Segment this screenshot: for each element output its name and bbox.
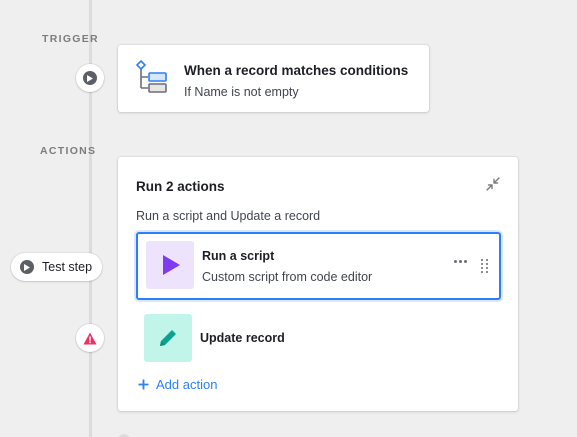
collapse-icon[interactable] <box>485 176 501 192</box>
step-title: Run a script <box>202 249 275 263</box>
step-title: Update record <box>200 331 285 345</box>
step-subtitle: Custom script from code editor <box>202 270 373 284</box>
trigger-subtitle: If Name is not empty <box>184 85 299 99</box>
action-step-update-record[interactable]: Update record <box>136 307 501 375</box>
actions-section-label: ACTIONS <box>40 145 97 157</box>
drag-handle-icon[interactable] <box>481 259 489 273</box>
play-icon <box>163 255 180 275</box>
update-record-tile <box>144 314 192 362</box>
run-script-tile <box>146 241 194 289</box>
error-status-button[interactable] <box>76 324 104 352</box>
trigger-title: When a record matches conditions <box>184 63 409 78</box>
pencil-icon <box>160 330 176 346</box>
plus-icon <box>138 379 149 390</box>
more-options-icon[interactable] <box>454 260 467 263</box>
add-action-button[interactable]: Add action <box>138 377 217 392</box>
add-action-label: Add action <box>156 377 218 392</box>
warning-icon <box>83 332 97 344</box>
trigger-run-button[interactable] <box>76 64 104 92</box>
trigger-section-label: TRIGGER <box>42 33 99 45</box>
trigger-card[interactable]: When a record matches conditions If Name… <box>118 45 429 112</box>
actions-group-subtitle: Run a script and Update a record <box>136 209 321 223</box>
play-icon <box>20 260 34 274</box>
play-icon <box>83 71 97 85</box>
test-step-button[interactable]: Test step <box>11 253 103 281</box>
actions-group-card: Run 2 actions Run a script and Update a … <box>118 157 518 411</box>
actions-group-title: Run 2 actions <box>136 179 225 194</box>
action-step-run-script[interactable]: Run a script Custom script from code edi… <box>136 232 501 300</box>
test-step-label: Test step <box>42 260 93 274</box>
conditions-tree-icon <box>135 58 170 98</box>
